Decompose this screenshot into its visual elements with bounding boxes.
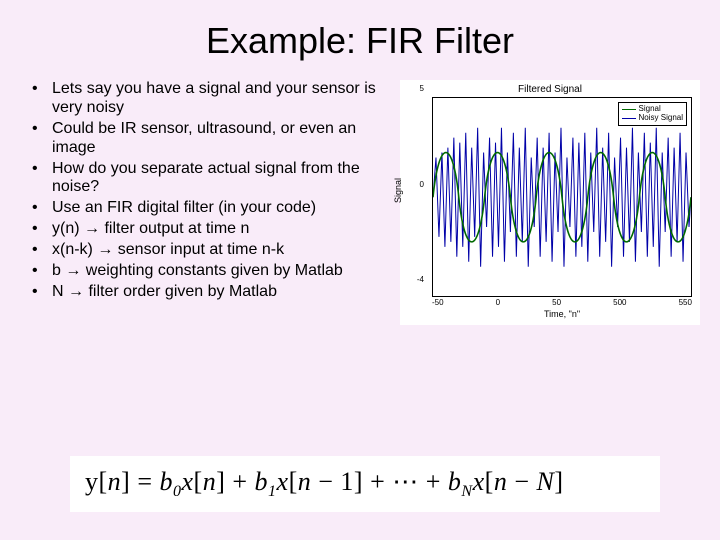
bullet-item: y(n) → filter output at time n bbox=[28, 220, 388, 239]
x-tick: -50 bbox=[432, 298, 444, 307]
y-tick: 5 bbox=[412, 84, 424, 93]
slide-title: Example: FIR Filter bbox=[0, 0, 720, 80]
legend-entry-noisy: Noisy Signal bbox=[622, 114, 683, 123]
y-tick: -4 bbox=[412, 275, 424, 284]
chart-title: Filtered Signal bbox=[406, 84, 694, 95]
chart: Filtered Signal 5 0 -4 Signal Signal bbox=[400, 80, 700, 325]
x-tick: 500 bbox=[613, 298, 626, 307]
plot-area: Signal Noisy Signal bbox=[432, 97, 692, 297]
bullet-item: Could be IR sensor, ultrasound, or even … bbox=[28, 120, 388, 158]
bullet-item: Lets say you have a signal and your sens… bbox=[28, 80, 388, 118]
x-tick: 550 bbox=[679, 298, 692, 307]
bullet-item: How do you separate actual signal from t… bbox=[28, 160, 388, 198]
x-tick: 50 bbox=[552, 298, 561, 307]
legend-label: Noisy Signal bbox=[639, 114, 683, 123]
chart-legend: Signal Noisy Signal bbox=[618, 102, 687, 126]
bullet-item: x(n-k) → sensor input at time n-k bbox=[28, 241, 388, 260]
bullet-item: Use an FIR digital filter (in your code) bbox=[28, 199, 388, 218]
legend-swatch bbox=[622, 109, 636, 110]
bullet-list: Lets say you have a signal and your sens… bbox=[28, 80, 388, 325]
bullet-item: b → weighting constants given by Matlab bbox=[28, 262, 388, 281]
y-axis-label: Signal bbox=[393, 177, 403, 202]
legend-swatch bbox=[622, 118, 636, 119]
x-axis-label: Time, "n" bbox=[432, 309, 692, 319]
x-tick: 0 bbox=[496, 298, 500, 307]
bullet-item: N → filter order given by Matlab bbox=[28, 283, 388, 302]
chart-container: Filtered Signal 5 0 -4 Signal Signal bbox=[396, 80, 704, 325]
content-row: Lets say you have a signal and your sens… bbox=[0, 80, 720, 325]
y-ticks: 5 0 -4 bbox=[412, 84, 424, 284]
y-tick: 0 bbox=[412, 180, 424, 189]
formula: y[n] = b0x[n] + b1x[n − 1] + ⋯ + bNx[n −… bbox=[70, 456, 660, 512]
chart-svg bbox=[433, 98, 691, 296]
x-ticks: -50 0 50 500 550 bbox=[432, 298, 692, 307]
